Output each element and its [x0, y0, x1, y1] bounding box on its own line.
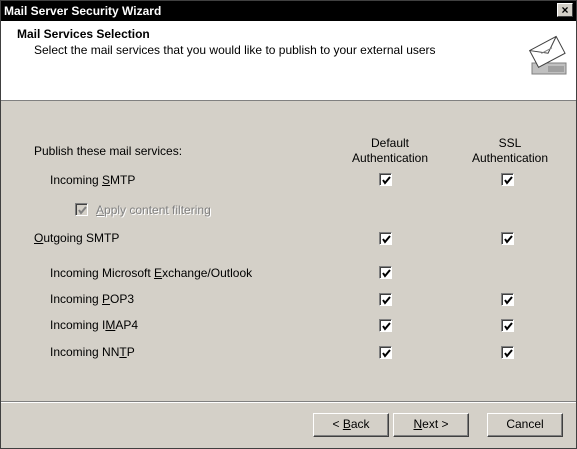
apply-content-filtering-label: Apply content filtering — [96, 203, 211, 217]
cancel-button[interactable]: Cancel — [487, 413, 563, 437]
service-label-outgoing-smtp: Outgoing SMTP — [34, 231, 120, 245]
pop3-default-checkbox[interactable] — [379, 293, 392, 306]
window-title: Mail Server Security Wizard — [4, 4, 162, 18]
close-icon[interactable]: × — [557, 3, 573, 17]
incoming-smtp-ssl-checkbox[interactable] — [501, 173, 514, 186]
wizard-header: Mail Services Selection Select the mail … — [1, 21, 576, 101]
pop3-ssl-checkbox[interactable] — [501, 293, 514, 306]
page-subtitle: Select the mail services that you would … — [34, 43, 436, 57]
title-bar: Mail Server Security Wizard × — [1, 1, 576, 21]
imap4-default-checkbox[interactable] — [379, 319, 392, 332]
next-button[interactable]: Next > — [393, 413, 469, 437]
button-separator — [1, 401, 576, 403]
service-label-incoming-smtp: Incoming SMTP — [50, 173, 136, 187]
wizard-window: Mail Server Security Wizard × Mail Servi… — [0, 0, 577, 449]
outgoing-smtp-ssl-checkbox[interactable] — [501, 232, 514, 245]
incoming-smtp-default-checkbox[interactable] — [379, 173, 392, 186]
apply-content-filtering-checkbox — [75, 203, 88, 216]
exchange-outlook-default-checkbox[interactable] — [379, 266, 392, 279]
ssl-auth-header: SSL Authentication — [471, 136, 549, 165]
back-button[interactable]: < Back — [313, 413, 389, 437]
imap4-ssl-checkbox[interactable] — [501, 319, 514, 332]
service-label-exchange-outlook: Incoming Microsoft Exchange/Outlook — [50, 266, 253, 280]
nntp-ssl-checkbox[interactable] — [501, 346, 514, 359]
wizard-envelope-icon — [528, 35, 567, 75]
service-label-imap4: Incoming IMAP4 — [50, 318, 139, 332]
default-auth-header: Default Authentication — [351, 136, 429, 165]
service-label-pop3: Incoming POP3 — [50, 292, 135, 306]
service-label-nntp: Incoming NNTP — [50, 345, 135, 359]
nntp-default-checkbox[interactable] — [379, 346, 392, 359]
outgoing-smtp-default-checkbox[interactable] — [379, 232, 392, 245]
content-area: Publish these mail services: Default Aut… — [1, 103, 576, 401]
section-label: Publish these mail services: — [34, 144, 183, 158]
page-title: Mail Services Selection — [17, 27, 150, 41]
